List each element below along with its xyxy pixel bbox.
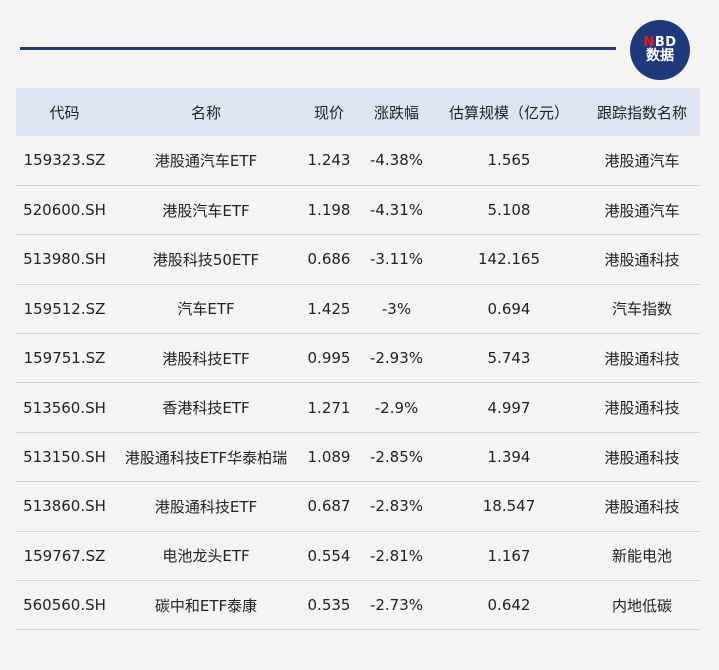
cell-price: 0.535 [307,596,351,615]
cell-change: -2.93% [369,349,424,368]
cell-change: -4.38% [369,151,424,170]
cell-name: 香港科技ETF [162,399,250,418]
cell-code: 159323.SZ [23,151,106,170]
cell-scale: 4.997 [487,398,531,417]
header-change: 涨跌幅 [373,103,419,122]
cell-index: 港股通汽车 [604,151,680,170]
cell-index: 港股通科技 [604,250,680,269]
cell-code: 513560.SH [23,398,106,417]
cell-price: 0.554 [307,546,351,565]
cell-name: 电池龙头ETF [162,547,250,566]
cell-code: 159767.SZ [23,546,106,565]
cell-price: 1.271 [307,398,351,417]
cell-change: -2.85% [369,448,424,467]
cell-code: 159751.SZ [23,349,106,368]
nbd-data-logo: NBD 数据 [630,20,690,80]
cell-name: 港股通汽车ETF [154,151,258,170]
cell-scale: 1.565 [487,151,531,170]
cell-code: 520600.SH [23,201,106,220]
cell-price: 1.243 [307,151,351,170]
cell-price: 0.995 [307,349,351,368]
cell-change: -4.31% [369,201,424,220]
cell-price: 0.687 [307,497,351,516]
cell-scale: 1.394 [487,448,531,467]
cell-price: 1.089 [307,448,351,467]
table-row: 513860.SH 港股通科技ETF 0.687 -2.83% 18.547 港股通科技 [16,482,700,532]
cell-price: 0.686 [307,250,351,269]
cell-name: 碳中和ETF泰康 [154,596,258,615]
table-row: 513560.SH 香港科技ETF 1.271 -2.9% 4.997 港股通科技 [16,383,700,433]
cell-name: 港股通科技ETF [154,497,258,516]
cell-code: 159512.SZ [23,299,106,318]
table-row: 560560.SH 碳中和ETF泰康 0.535 -2.73% 0.642 内地低碳 [16,581,700,630]
table-row: 159751.SZ 港股科技ETF 0.995 -2.93% 5.743 港股通科技 [16,334,700,383]
table-row: 513980.SH 港股科技50ETF 0.686 -3.11% 142.165 港股通科… [16,235,700,285]
cell-scale: 0.694 [487,299,531,318]
table-header-row: 代码 名称 现价 涨跌幅 估算规模（亿元） 跟踪指数名称 [16,88,700,136]
cell-change: -2.81% [369,546,424,565]
cell-name: 汽车ETF [177,300,235,319]
cell-change: -3.11% [369,250,424,269]
cell-code: 513980.SH [23,250,106,269]
header-scale: 估算规模（亿元） [448,103,569,122]
cell-name: 港股汽车ETF [162,201,250,220]
cell-index: 港股通科技 [604,497,680,516]
cell-scale: 142.165 [477,250,541,269]
cell-code: 513150.SH [23,448,106,467]
cell-change: -2.9% [374,398,419,417]
table-row: 159512.SZ 汽车ETF 1.425 -3% 0.694 汽车指数 [16,284,700,334]
cell-index: 港股通科技 [604,448,680,467]
cell-code: 513860.SH [23,497,106,516]
table-row: 159767.SZ 电池龙头ETF 0.554 -2.81% 1.167 新能电池 [16,531,700,581]
header-rule [20,47,616,50]
cell-index: 新能电池 [611,547,672,566]
table-row: 159323.SZ 港股通汽车ETF 1.243 -4.38% 1.565 港股通汽车 [16,136,700,186]
table-row: 513150.SH 港股通科技ETF华泰柏瑞 1.089 -2.85% 1.394 港股通… [16,432,700,482]
cell-index: 汽车指数 [611,300,672,319]
cell-index: 港股通科技 [604,399,680,418]
cell-index: 港股通汽车 [604,201,680,220]
header-index: 跟踪指数名称 [596,103,687,122]
cell-index: 港股通科技 [604,349,680,368]
cell-price: 1.425 [307,299,351,318]
cell-scale: 5.743 [487,349,531,368]
header-name: 名称 [190,103,221,122]
cell-scale: 5.108 [487,201,531,220]
cell-index: 内地低碳 [611,596,672,615]
cell-name: 港股科技50ETF [152,250,260,269]
cell-name: 港股通科技ETF华泰柏瑞 [124,448,288,467]
cell-scale: 0.642 [487,596,531,615]
cell-price: 1.198 [307,201,351,220]
cell-change: -2.73% [369,596,424,615]
cell-change: -3% [381,299,412,318]
cell-code: 560560.SH [23,596,106,615]
cell-scale: 18.547 [482,497,536,516]
cell-scale: 1.167 [487,546,531,565]
table-row: 520600.SH 港股汽车ETF 1.198 -4.31% 5.108 港股通汽车 [16,185,700,235]
cell-change: -2.83% [369,497,424,516]
etf-table: 代码 名称 现价 涨跌幅 估算规模（亿元） 跟踪指数名称 159323.SZ 港股… [16,88,700,630]
header-price: 现价 [313,103,344,122]
header-code: 代码 [49,103,80,122]
cell-name: 港股科技ETF [162,349,250,368]
